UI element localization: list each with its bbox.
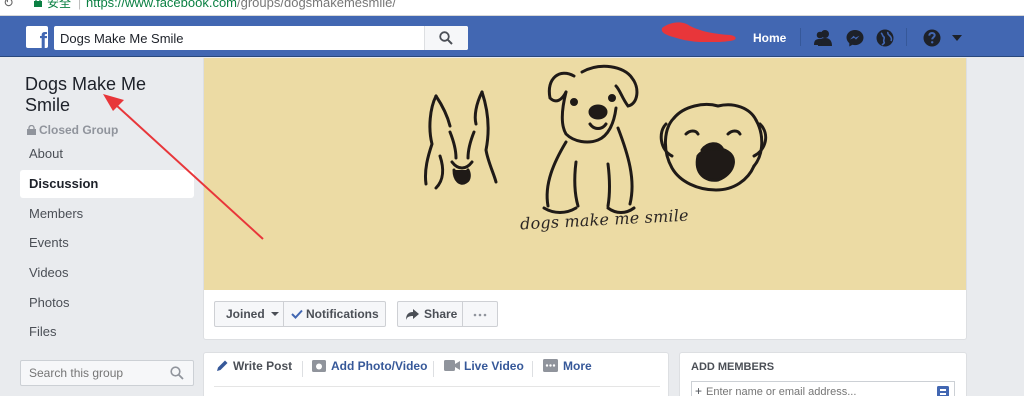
search-icon — [439, 31, 453, 45]
pencil-icon — [217, 360, 228, 371]
caret-down-icon — [271, 312, 280, 316]
home-link[interactable]: Home — [753, 31, 786, 45]
joined-button[interactable]: Joined — [214, 301, 284, 327]
browser-address-bar[interactable]: ↻ 安全 | https://www.facebook.com/groups/d… — [0, 0, 1024, 16]
tab-more[interactable]: More — [543, 359, 592, 373]
nav-divider — [800, 28, 801, 46]
sidebar-item-about[interactable]: About — [20, 140, 194, 168]
tab-write-post[interactable]: Write Post — [216, 359, 292, 373]
tab-add-photo-video[interactable]: Add Photo/Video — [312, 359, 427, 373]
sidebar-item-discussion[interactable]: Discussion — [20, 170, 194, 198]
privacy-label: Closed Group — [39, 123, 119, 137]
write-post-label: Write Post — [233, 359, 293, 373]
share-arrow-icon — [406, 309, 419, 320]
add-members-card: ADD MEMBERS + — [679, 352, 967, 396]
group-search-input[interactable] — [21, 361, 161, 385]
group-title[interactable]: Dogs Make Me Smile — [25, 74, 195, 116]
messenger-icon[interactable] — [844, 27, 866, 49]
group-privacy: Closed Group — [27, 123, 118, 137]
sidebar-item-members[interactable]: Members — [20, 200, 194, 228]
camera-icon — [312, 360, 326, 372]
globe-icon[interactable] — [874, 27, 896, 49]
tab-divider — [532, 361, 533, 377]
more-grid-icon — [543, 359, 558, 372]
add-members-title: ADD MEMBERS — [691, 361, 775, 373]
tab-divider — [302, 361, 303, 377]
sidebar-item-videos[interactable]: Videos — [20, 259, 194, 287]
notifications-label: Notifications — [306, 307, 379, 321]
url-host: https://www.facebook.com — [86, 0, 238, 10]
share-label: Share — [424, 307, 458, 321]
live-video-label: Live Video — [464, 359, 524, 373]
more-options-button[interactable] — [463, 301, 498, 327]
plus-icon: + — [695, 384, 703, 396]
search-button[interactable] — [424, 26, 468, 50]
top-navigation-bar: f — [0, 16, 1024, 57]
facebook-logo[interactable]: f — [26, 26, 48, 48]
joined-label: Joined — [226, 307, 265, 321]
dogs-illustration — [424, 64, 768, 214]
contacts-book-icon[interactable] — [937, 386, 949, 396]
url-path: /groups/dogsmakemesmile/ — [237, 0, 396, 10]
lock-icon — [34, 0, 42, 7]
reload-icon[interactable]: ↻ — [3, 0, 14, 9]
search-input[interactable] — [54, 26, 424, 50]
global-search — [54, 26, 468, 50]
dog-shepherd-drawing — [424, 90, 498, 190]
address-separator: | — [78, 0, 82, 10]
composer-divider — [214, 386, 660, 387]
search-icon[interactable] — [170, 366, 184, 380]
url-text[interactable]: https://www.facebook.com/groups/dogsmake… — [86, 0, 396, 10]
ellipsis-icon — [473, 313, 487, 317]
notifications-button[interactable]: Notifications — [284, 301, 386, 327]
group-search — [20, 360, 194, 386]
tab-divider — [433, 361, 434, 377]
checkmark-icon — [291, 309, 303, 319]
caret-down-icon[interactable] — [950, 31, 964, 45]
add-members-field: + — [691, 381, 955, 396]
post-composer: Write Post Add Photo/Video Live Video Mo… — [203, 352, 669, 396]
sidebar-item-events[interactable]: Events — [20, 229, 194, 257]
video-camera-icon — [444, 360, 460, 371]
add-photo-video-label: Add Photo/Video — [331, 359, 428, 373]
secure-label: 安全 — [47, 0, 72, 10]
cover-card: dogs make me smile — [203, 58, 967, 340]
more-label: More — [563, 359, 592, 373]
friends-icon[interactable] — [812, 27, 834, 49]
add-members-input[interactable] — [692, 382, 922, 396]
dog-sitting-drawing — [542, 64, 639, 214]
dog-round-face-drawing — [659, 103, 768, 192]
share-button[interactable]: Share — [397, 301, 463, 327]
lock-icon — [27, 124, 36, 135]
redaction-mark — [661, 22, 736, 42]
sidebar-item-files[interactable]: Files — [20, 318, 194, 346]
cover-photo[interactable]: dogs make me smile — [204, 58, 966, 290]
nav-divider — [906, 28, 907, 46]
sidebar-item-photos[interactable]: Photos — [20, 289, 194, 317]
help-icon[interactable] — [921, 27, 943, 49]
tab-live-video[interactable]: Live Video — [444, 359, 524, 373]
